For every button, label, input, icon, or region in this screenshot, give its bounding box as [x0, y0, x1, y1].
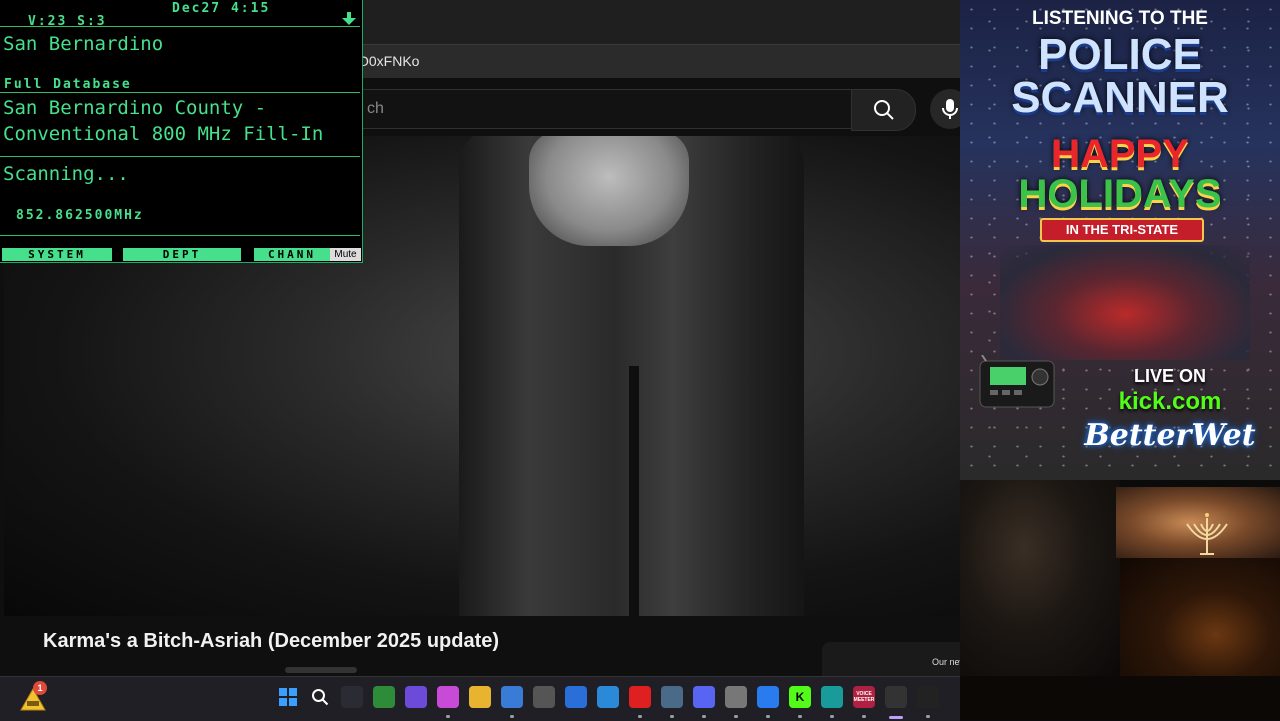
video-frame-hands [529, 136, 689, 246]
running-app-indicator [702, 715, 706, 718]
editor-icon[interactable] [565, 686, 587, 708]
copilot-icon[interactable] [437, 686, 459, 708]
obs-icon[interactable] [917, 686, 939, 708]
promo-line-tristate: IN THE TRI-STATE [1040, 218, 1204, 242]
running-app-indicator [510, 715, 514, 718]
promo-line-holidays: HOLIDAYS [1018, 172, 1222, 216]
settings-icon[interactable] [661, 686, 683, 708]
dev-tool-icon[interactable] [405, 686, 427, 708]
scanner-softkeys: SYSTEM DEPT CHANN Mute [0, 248, 362, 262]
mute-button[interactable]: Mute [330, 248, 361, 261]
running-app-indicator [766, 715, 770, 718]
notification-badge: 1 [33, 681, 47, 695]
voicemeeter-icon[interactable]: VOICE MEETER [853, 686, 875, 708]
promo-line-channel: BetterWet [1084, 418, 1256, 453]
promo-line-kick: kick.com [1118, 388, 1222, 415]
holiday-scene-image [1000, 245, 1250, 360]
printer-icon[interactable] [725, 686, 747, 708]
file-explorer-icon[interactable] [469, 686, 491, 708]
search-input[interactable]: ch [290, 89, 851, 129]
system-key[interactable]: SYSTEM [2, 248, 112, 261]
kick-icon[interactable]: K [789, 686, 811, 708]
webcam-feed [960, 480, 1120, 676]
scanner-status: Scanning... [3, 163, 129, 185]
store-icon[interactable] [501, 686, 523, 708]
running-app-indicator [862, 715, 866, 718]
running-app-indicator [926, 715, 930, 718]
mail-icon[interactable] [597, 686, 619, 708]
channel-key[interactable]: CHANN [254, 248, 330, 261]
task-view-icon[interactable] [341, 686, 363, 708]
scanner-department: San Bernardino County - Conventional 800… [0, 93, 360, 157]
microphone-icon [942, 99, 958, 119]
search-button[interactable] [851, 89, 916, 131]
youtube-icon[interactable] [629, 686, 651, 708]
promo-line-happy: HAPPY [1051, 132, 1189, 176]
search-icon [873, 100, 894, 120]
scanner-app-icon[interactable] [885, 686, 907, 708]
windows-start-icon[interactable] [277, 686, 299, 708]
search-icon[interactable] [309, 686, 331, 708]
taskbar: 1 K VOICE MEETER [0, 676, 960, 721]
scanner-display: Dec27 4:15 V:23 S:3 San Bernardino Full … [0, 0, 363, 263]
active-app-indicator [889, 716, 903, 719]
running-app-indicator [638, 715, 642, 718]
promo-line-scanner: SCANNER [1011, 73, 1229, 122]
menorah-icon [1186, 513, 1228, 555]
scanner-frequency: 852.862500MHz [16, 208, 144, 223]
stream-bottom-strip [960, 676, 1280, 720]
scanner-department-line2: Conventional 800 MHz Fill-In [3, 123, 324, 145]
recommended-video-thumbnail[interactable]: Our new [822, 642, 966, 676]
running-app-indicator [830, 715, 834, 718]
running-app-indicator [798, 715, 802, 718]
scanner-system: San Bernardino Full Database [0, 27, 360, 93]
scanner-database: Full Database [4, 77, 132, 92]
discord-icon[interactable] [693, 686, 715, 708]
scanner-radio-icon [979, 355, 1055, 408]
running-app-indicator [734, 715, 738, 718]
app-icon[interactable] [533, 686, 555, 708]
messenger-icon[interactable] [757, 686, 779, 708]
dept-key[interactable]: DEPT [123, 248, 241, 261]
scanner-system-name: San Bernardino [3, 33, 164, 55]
video-title: Karma's a Bitch-Asriah (December 2025 up… [43, 630, 500, 652]
channel-row [285, 667, 357, 673]
scanner-header: Dec27 4:15 V:23 S:3 [0, 0, 360, 29]
xbox-icon[interactable] [373, 686, 395, 708]
promo-line-listening: LISTENING TO THE [1032, 8, 1208, 29]
running-app-indicator [446, 715, 450, 718]
fireplace-feed [1120, 558, 1280, 676]
address-url[interactable]: O0xFNKo [358, 53, 419, 69]
arrow-down-icon [342, 12, 356, 25]
promo-line-live-on: LIVE ON [1133, 366, 1206, 386]
running-app-indicator [670, 715, 674, 718]
search-placeholder: ch [367, 100, 384, 117]
edge-icon[interactable] [821, 686, 843, 708]
scanner-department-line1: San Bernardino County - [3, 97, 267, 119]
scanner-channel: Scanning... 852.862500MHz [0, 157, 360, 236]
scanner-date-time: Dec27 4:15 [172, 1, 271, 16]
